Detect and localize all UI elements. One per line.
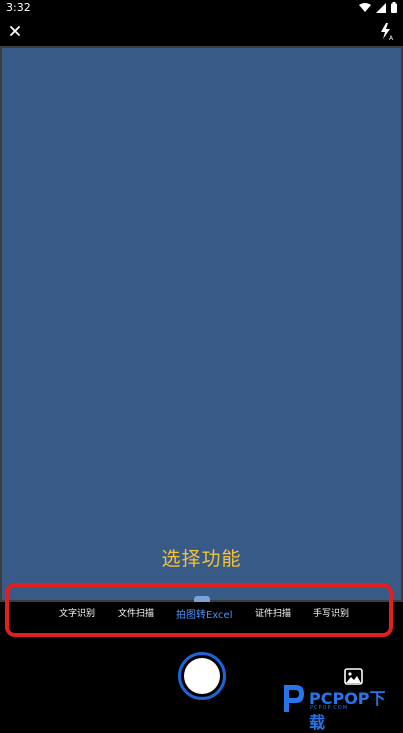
camera-viewfinder[interactable] [0,46,403,602]
camera-preview [2,48,401,600]
signal-icon [376,2,386,13]
svg-text:A: A [389,35,394,41]
highlight-frame [5,583,393,637]
status-icons [359,2,397,13]
status-time: 3:32 [6,1,31,14]
watermark: PCPOP下载 PCPOP.COM [276,681,400,732]
shutter-inner [184,658,220,694]
top-bar: A [0,16,403,46]
select-function-label: 选择功能 [161,548,242,570]
flash-auto-icon[interactable]: A [377,21,395,41]
shutter-button[interactable] [178,652,226,700]
battery-icon [391,2,397,13]
wifi-icon [359,2,371,12]
status-bar: 3:32 [0,0,403,16]
close-icon[interactable] [6,22,24,40]
watermark-sub: PCPOP.COM [310,705,349,711]
pcpop-logo-icon [284,685,304,712]
